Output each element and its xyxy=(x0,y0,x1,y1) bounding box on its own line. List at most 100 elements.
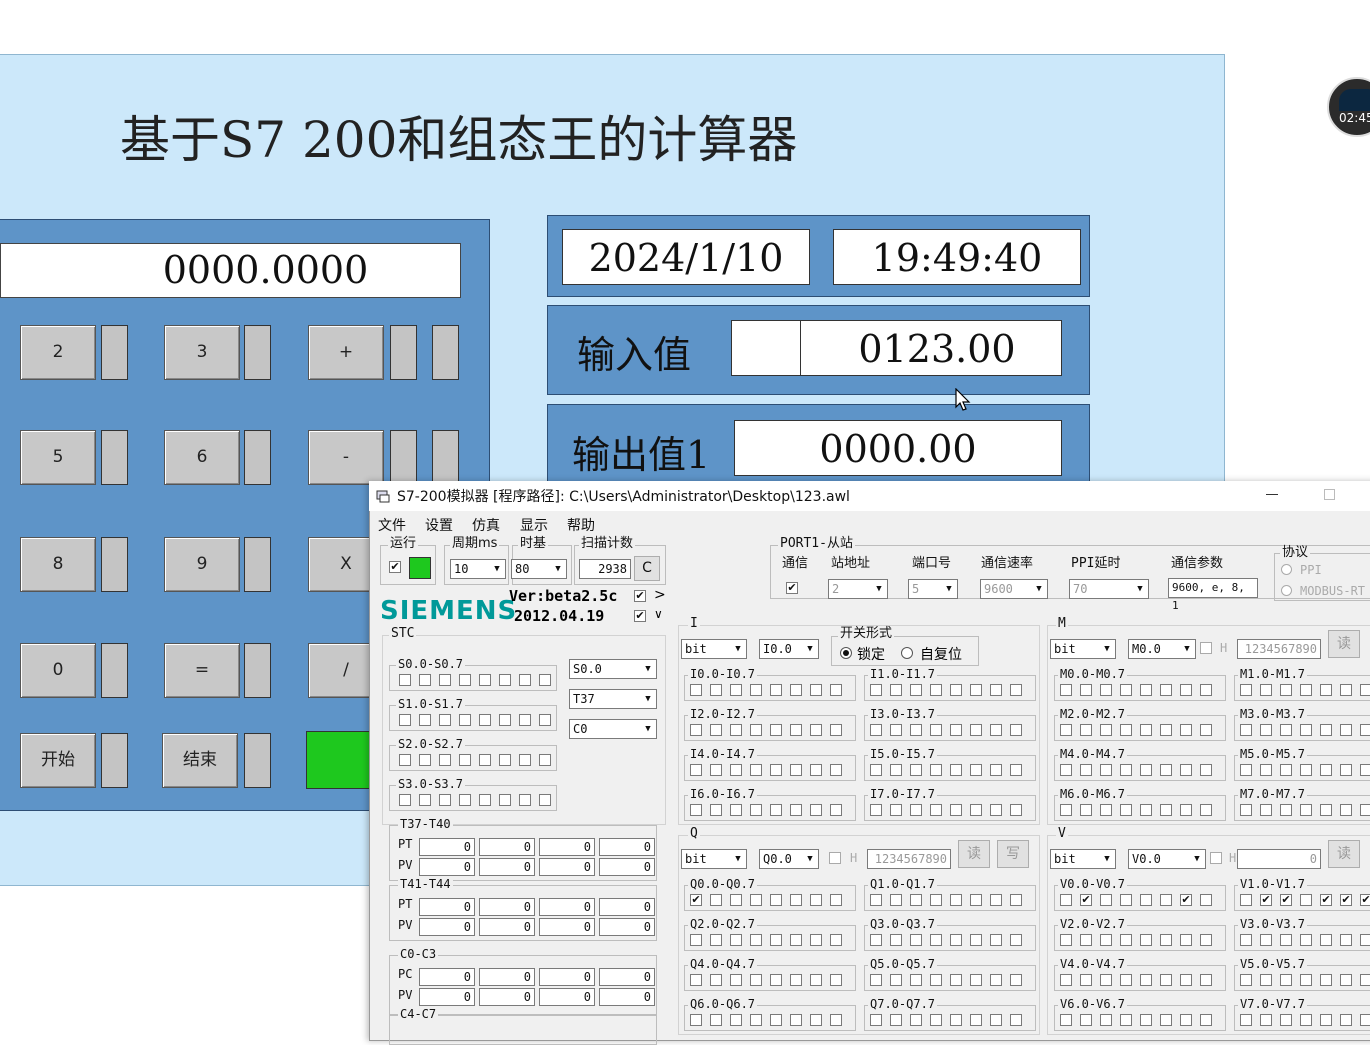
c0-c3-value-0-0[interactable]: 0 xyxy=(419,968,475,986)
v0-bit-4-checkbox[interactable] xyxy=(1140,894,1152,906)
v0-bit-7-checkbox[interactable] xyxy=(1200,894,1212,906)
q7-bit-1-checkbox[interactable] xyxy=(890,1014,902,1026)
i5-bit-1-checkbox[interactable] xyxy=(890,764,902,776)
m6-bit-5-checkbox[interactable] xyxy=(1160,804,1172,816)
key-8-button[interactable]: 8 xyxy=(20,537,96,592)
lock-radio[interactable] xyxy=(840,647,852,659)
i4-bit-5-checkbox[interactable] xyxy=(790,764,802,776)
i5-bit-4-checkbox[interactable] xyxy=(950,764,962,776)
c0-c3-value-0-1[interactable]: 0 xyxy=(479,968,535,986)
i2-bit-1-checkbox[interactable] xyxy=(710,724,722,736)
v0-bit-3-checkbox[interactable] xyxy=(1120,894,1132,906)
comm-checkbox[interactable]: ✔ xyxy=(786,582,798,594)
end-button[interactable]: 结束 xyxy=(162,733,238,788)
i7-bit-2-checkbox[interactable] xyxy=(910,804,922,816)
q4-bit-2-checkbox[interactable] xyxy=(730,974,742,986)
q3-bit-2-checkbox[interactable] xyxy=(910,934,922,946)
q6-bit-1-checkbox[interactable] xyxy=(710,1014,722,1026)
m2-bit-4-checkbox[interactable] xyxy=(1140,724,1152,736)
s3-bit-2-checkbox[interactable] xyxy=(439,794,451,806)
i1-bit-6-checkbox[interactable] xyxy=(990,684,1002,696)
m3-bit-6-checkbox[interactable] xyxy=(1360,724,1370,736)
t41-t44-value-0-1[interactable]: 0 xyxy=(479,898,535,916)
m-type-select[interactable]: bit ▼ xyxy=(1050,639,1116,659)
t37-t40-value-1-0[interactable]: 0 xyxy=(419,858,475,876)
q4-bit-7-checkbox[interactable] xyxy=(830,974,842,986)
t37-t40-value-1-2[interactable]: 0 xyxy=(539,858,595,876)
m0-bit-2-checkbox[interactable] xyxy=(1100,684,1112,696)
m4-bit-5-checkbox[interactable] xyxy=(1160,764,1172,776)
v3-bit-3-checkbox[interactable] xyxy=(1300,934,1312,946)
q-hex-checkbox[interactable] xyxy=(829,852,841,864)
q2-bit-5-checkbox[interactable] xyxy=(790,934,802,946)
i2-bit-6-checkbox[interactable] xyxy=(810,724,822,736)
option-checkbox-1[interactable]: ✔ xyxy=(634,590,646,602)
v2-bit-0-checkbox[interactable] xyxy=(1060,934,1072,946)
i4-bit-2-checkbox[interactable] xyxy=(730,764,742,776)
i1-bit-3-checkbox[interactable] xyxy=(930,684,942,696)
i3-bit-5-checkbox[interactable] xyxy=(970,724,982,736)
v0-bit-2-checkbox[interactable] xyxy=(1100,894,1112,906)
t37-t40-value-1-3[interactable]: 0 xyxy=(599,858,655,876)
q6-bit-0-checkbox[interactable] xyxy=(690,1014,702,1026)
i4-bit-0-checkbox[interactable] xyxy=(690,764,702,776)
i3-bit-4-checkbox[interactable] xyxy=(950,724,962,736)
i6-bit-7-checkbox[interactable] xyxy=(830,804,842,816)
m5-bit-5-checkbox[interactable] xyxy=(1340,764,1352,776)
m7-bit-3-checkbox[interactable] xyxy=(1300,804,1312,816)
m3-bit-3-checkbox[interactable] xyxy=(1300,724,1312,736)
s1-bit-5-checkbox[interactable] xyxy=(499,714,511,726)
q-read-button[interactable]: 读 xyxy=(958,840,990,868)
v6-bit-3-checkbox[interactable] xyxy=(1120,1014,1132,1026)
v7-bit-2-checkbox[interactable] xyxy=(1280,1014,1292,1026)
m6-bit-7-checkbox[interactable] xyxy=(1200,804,1212,816)
i7-bit-4-checkbox[interactable] xyxy=(950,804,962,816)
q-value-input[interactable]: 1234567890 xyxy=(867,849,951,869)
input-value[interactable]: 0123.00 xyxy=(800,320,1062,376)
m4-bit-3-checkbox[interactable] xyxy=(1120,764,1132,776)
s0-bit-7-checkbox[interactable] xyxy=(539,674,551,686)
v3-bit-2-checkbox[interactable] xyxy=(1280,934,1292,946)
i6-bit-2-checkbox[interactable] xyxy=(730,804,742,816)
q3-bit-0-checkbox[interactable] xyxy=(870,934,882,946)
i5-bit-2-checkbox[interactable] xyxy=(910,764,922,776)
s3-bit-4-checkbox[interactable] xyxy=(479,794,491,806)
q7-bit-3-checkbox[interactable] xyxy=(930,1014,942,1026)
v4-bit-4-checkbox[interactable] xyxy=(1140,974,1152,986)
key-6-button[interactable]: 6 xyxy=(164,430,240,485)
q6-bit-2-checkbox[interactable] xyxy=(730,1014,742,1026)
v5-bit-6-checkbox[interactable] xyxy=(1360,974,1370,986)
v1-bit-2-checkbox[interactable]: ✔ xyxy=(1280,894,1292,906)
i6-bit-0-checkbox[interactable] xyxy=(690,804,702,816)
q1-bit-2-checkbox[interactable] xyxy=(910,894,922,906)
v7-bit-1-checkbox[interactable] xyxy=(1260,1014,1272,1026)
v5-bit-3-checkbox[interactable] xyxy=(1300,974,1312,986)
m2-bit-0-checkbox[interactable] xyxy=(1060,724,1072,736)
i5-bit-3-checkbox[interactable] xyxy=(930,764,942,776)
q3-bit-6-checkbox[interactable] xyxy=(990,934,1002,946)
t37-t40-value-1-1[interactable]: 0 xyxy=(479,858,535,876)
m4-bit-7-checkbox[interactable] xyxy=(1200,764,1212,776)
baud-select[interactable]: 9600 ▼ xyxy=(980,579,1048,599)
q4-bit-5-checkbox[interactable] xyxy=(790,974,802,986)
key-5-button[interactable]: 5 xyxy=(20,430,96,485)
v1-bit-5-checkbox[interactable]: ✔ xyxy=(1340,894,1352,906)
i5-bit-7-checkbox[interactable] xyxy=(1010,764,1022,776)
port-number-select[interactable]: 5 ▼ xyxy=(908,579,958,599)
s2-bit-1-checkbox[interactable] xyxy=(419,754,431,766)
station-select[interactable]: 2 ▼ xyxy=(828,579,888,599)
i3-bit-1-checkbox[interactable] xyxy=(890,724,902,736)
m2-bit-7-checkbox[interactable] xyxy=(1200,724,1212,736)
maximize-icon[interactable] xyxy=(1324,489,1335,500)
i2-bit-3-checkbox[interactable] xyxy=(750,724,762,736)
v0-bit-5-checkbox[interactable] xyxy=(1160,894,1172,906)
key-0-button[interactable]: 0 xyxy=(20,643,96,698)
i6-bit-1-checkbox[interactable] xyxy=(710,804,722,816)
v4-bit-7-checkbox[interactable] xyxy=(1200,974,1212,986)
t41-t44-value-0-2[interactable]: 0 xyxy=(539,898,595,916)
m2-bit-6-checkbox[interactable] xyxy=(1180,724,1192,736)
m6-bit-3-checkbox[interactable] xyxy=(1120,804,1132,816)
t41-t44-value-0-3[interactable]: 0 xyxy=(599,898,655,916)
q3-bit-7-checkbox[interactable] xyxy=(1010,934,1022,946)
q0-bit-0-checkbox[interactable]: ✔ xyxy=(690,894,702,906)
